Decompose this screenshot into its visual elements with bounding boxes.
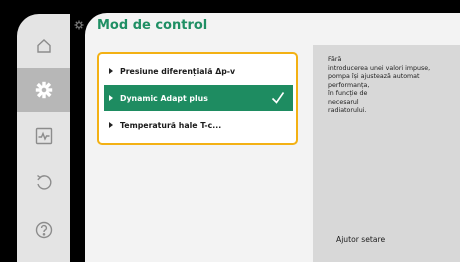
- option-label: Dynamic Adapt plus: [120, 93, 208, 103]
- question-icon: [35, 221, 52, 239]
- info-line: pompa își ajustează automat: [328, 73, 420, 80]
- info-line: necesarul: [328, 98, 359, 106]
- heartbeat-monitor-icon: [35, 127, 52, 145]
- expand-arrow-icon: [109, 68, 113, 74]
- setting-help-button[interactable]: Ajutor setare: [336, 235, 385, 244]
- screen: { "nav": { "items": [ {"id": "home", "ic…: [0, 0, 460, 262]
- side-nav: [0, 0, 70, 262]
- nav-item-diagnostics[interactable]: [17, 114, 70, 158]
- info-line: introducerea unei valori impuse,: [328, 64, 431, 72]
- checkmark-icon: [269, 89, 287, 107]
- option-label: Presiune diferențială Δp-v: [120, 66, 236, 76]
- home-icon: [36, 39, 51, 53]
- option-hall-temperature[interactable]: Temperatură hale T-c...: [104, 112, 293, 138]
- info-line: radiatorului.: [328, 107, 367, 114]
- nav-item-help[interactable]: [17, 208, 70, 252]
- page-title: Mod de control: [97, 18, 208, 33]
- nav-item-settings[interactable]: [17, 68, 70, 112]
- option-dynamic-adapt-plus[interactable]: Dynamic Adapt plus: [104, 85, 293, 111]
- option-label: Temperatură hale T-c...: [120, 120, 222, 130]
- nav-item-restore[interactable]: [17, 160, 70, 204]
- info-line: performanța,: [328, 81, 370, 89]
- info-line: Fără: [328, 56, 342, 63]
- expand-arrow-icon: [109, 122, 113, 128]
- option-differential-pressure[interactable]: Presiune diferențială Δp-v: [104, 58, 293, 84]
- breadcrumb-gear-icon: [74, 15, 84, 30]
- gear-icon: [74, 20, 84, 30]
- undo-icon: [36, 174, 51, 190]
- nav-item-home[interactable]: [17, 24, 70, 68]
- info-line: în funcție de: [328, 90, 368, 97]
- info-description: Fără introducerea unei valori impuse, po…: [328, 56, 453, 116]
- gear-icon: [35, 81, 52, 99]
- expand-arrow-icon: [109, 95, 113, 101]
